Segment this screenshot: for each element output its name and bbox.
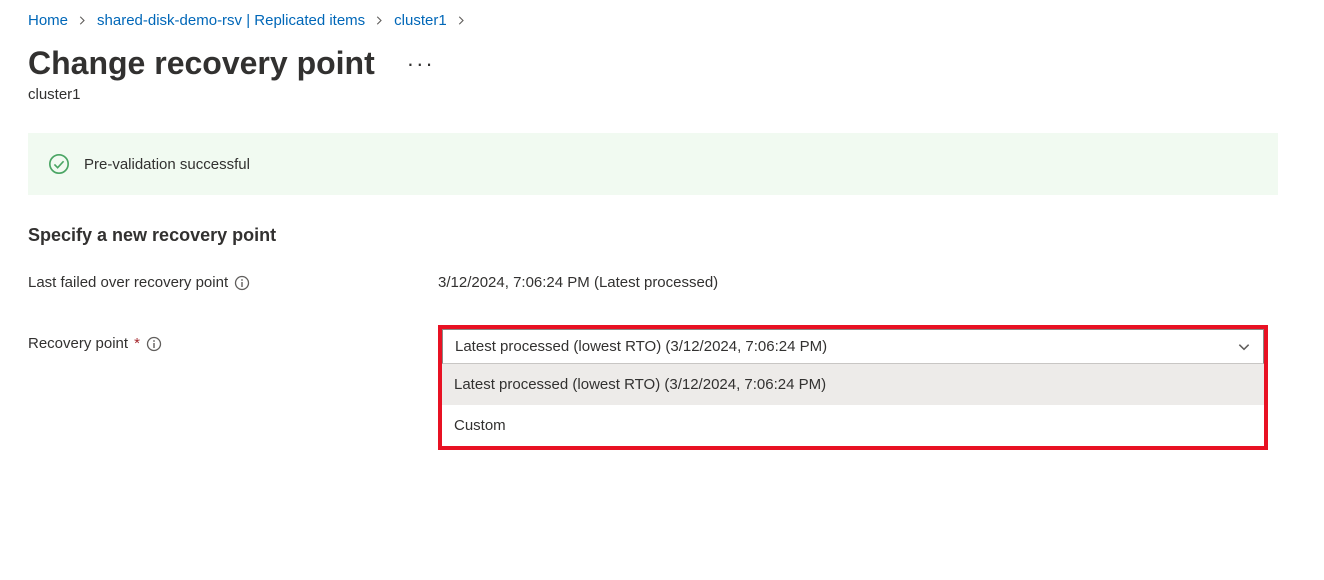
recovery-point-selected: Latest processed (lowest RTO) (3/12/2024…: [455, 338, 827, 355]
breadcrumb: Home shared-disk-demo-rsv | Replicated i…: [28, 12, 1296, 29]
last-failed-over-label: Last failed over recovery point: [28, 274, 228, 291]
page-subtitle: cluster1: [28, 86, 1296, 103]
breadcrumb-home[interactable]: Home: [28, 12, 68, 29]
last-failed-over-value: 3/12/2024, 7:06:24 PM (Latest processed): [438, 274, 718, 291]
success-check-icon: [48, 153, 70, 175]
page-title-row: Change recovery point ···: [28, 45, 1296, 82]
dropdown-option-latest[interactable]: Latest processed (lowest RTO) (3/12/2024…: [442, 364, 1264, 405]
validation-banner: Pre-validation successful: [28, 133, 1278, 195]
dropdown-option-custom[interactable]: Custom: [442, 405, 1264, 446]
dropdown-highlight: Latest processed (lowest RTO) (3/12/2024…: [438, 325, 1268, 450]
chevron-right-icon: [78, 12, 87, 29]
recovery-point-dropdown[interactable]: Latest processed (lowest RTO) (3/12/2024…: [442, 329, 1264, 364]
banner-message: Pre-validation successful: [84, 156, 250, 173]
chevron-right-icon: [457, 12, 466, 29]
field-last-failed-over: Last failed over recovery point 3/12/202…: [28, 274, 1296, 291]
recovery-point-label: Recovery point: [28, 335, 128, 352]
info-icon[interactable]: [234, 275, 250, 291]
info-icon[interactable]: [146, 336, 162, 352]
chevron-right-icon: [375, 12, 384, 29]
breadcrumb-vault[interactable]: shared-disk-demo-rsv | Replicated items: [97, 12, 365, 29]
field-recovery-point: Recovery point * Latest processed (lowes…: [28, 325, 1296, 450]
required-indicator: *: [134, 335, 140, 352]
more-actions-button[interactable]: ···: [407, 51, 435, 77]
page-title: Change recovery point: [28, 45, 375, 82]
breadcrumb-item[interactable]: cluster1: [394, 12, 447, 29]
chevron-down-icon: [1237, 340, 1251, 354]
section-heading: Specify a new recovery point: [28, 225, 1296, 246]
